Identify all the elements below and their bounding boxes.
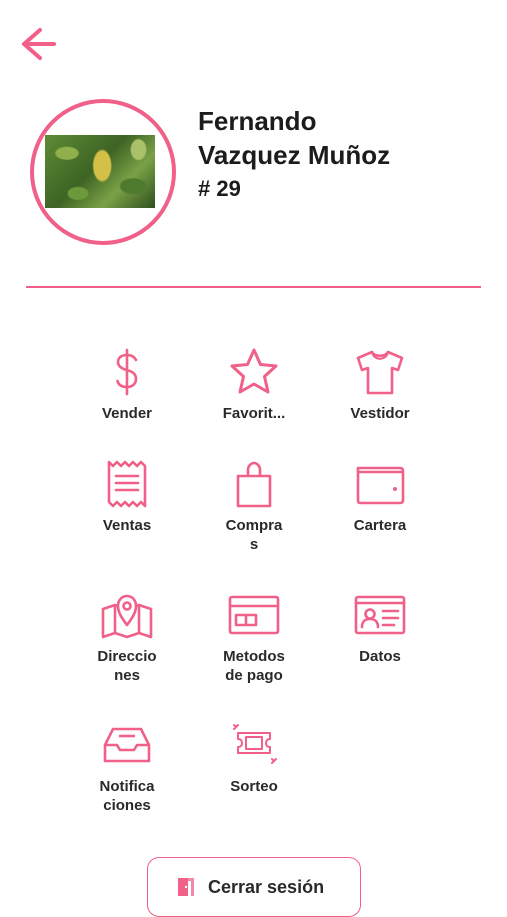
menu-label: Sorteo [230, 778, 278, 795]
menu-item-sorteo[interactable]: Sorteo [199, 719, 309, 796]
tshirt-icon [356, 350, 404, 395]
menu-label: Vender [101, 405, 153, 422]
back-button[interactable] [18, 26, 58, 62]
menu-item-favoritos[interactable]: Favorit... [199, 346, 309, 423]
arrow-left-icon [22, 28, 56, 60]
profile-number: # 29 [198, 176, 241, 201]
divider [26, 286, 481, 288]
id-card-icon [354, 595, 406, 635]
menu-item-cartera[interactable]: Cartera [325, 458, 435, 535]
map-pin-icon [101, 594, 153, 639]
menu-label: Vestidor [350, 405, 410, 422]
dollar-icon [116, 348, 138, 396]
menu-label: Datos [359, 648, 401, 665]
menu-label: Favorit... [222, 405, 286, 422]
menu-item-direcciones[interactable]: Direccio nes [72, 589, 182, 685]
inbox-tray-icon [103, 727, 151, 763]
menu-label: Cartera [353, 517, 407, 534]
receipt-icon [107, 460, 147, 508]
shopping-bag-icon [236, 461, 272, 508]
menu-item-ventas[interactable]: Ventas [72, 458, 182, 535]
credit-card-icon [228, 595, 280, 635]
menu-item-compras[interactable]: Compra s [199, 458, 309, 554]
door-exit-icon [178, 878, 194, 896]
ticket-icon [233, 724, 277, 764]
menu-label: Direccio nes [97, 648, 157, 684]
menu-label: Compra s [225, 517, 283, 553]
menu-label: Metodos de pago [223, 648, 285, 684]
star-icon [230, 348, 278, 394]
avatar[interactable] [45, 135, 155, 208]
menu-item-vender[interactable]: Vender [72, 346, 182, 423]
menu-item-datos[interactable]: Datos [325, 589, 435, 666]
logout-label: Cerrar sesión [208, 876, 325, 897]
menu-label: Notifica ciones [99, 778, 155, 814]
wallet-icon [356, 466, 405, 505]
menu-item-vestidor[interactable]: Vestidor [325, 346, 435, 423]
logout-button[interactable]: Cerrar sesión [147, 857, 361, 917]
menu-item-metodos-de-pago[interactable]: Metodos de pago [199, 589, 309, 685]
menu-item-notificaciones[interactable]: Notifica ciones [72, 719, 182, 815]
profile-name: Fernando Vazquez Muñoz [198, 106, 391, 170]
menu-label: Ventas [102, 517, 152, 534]
